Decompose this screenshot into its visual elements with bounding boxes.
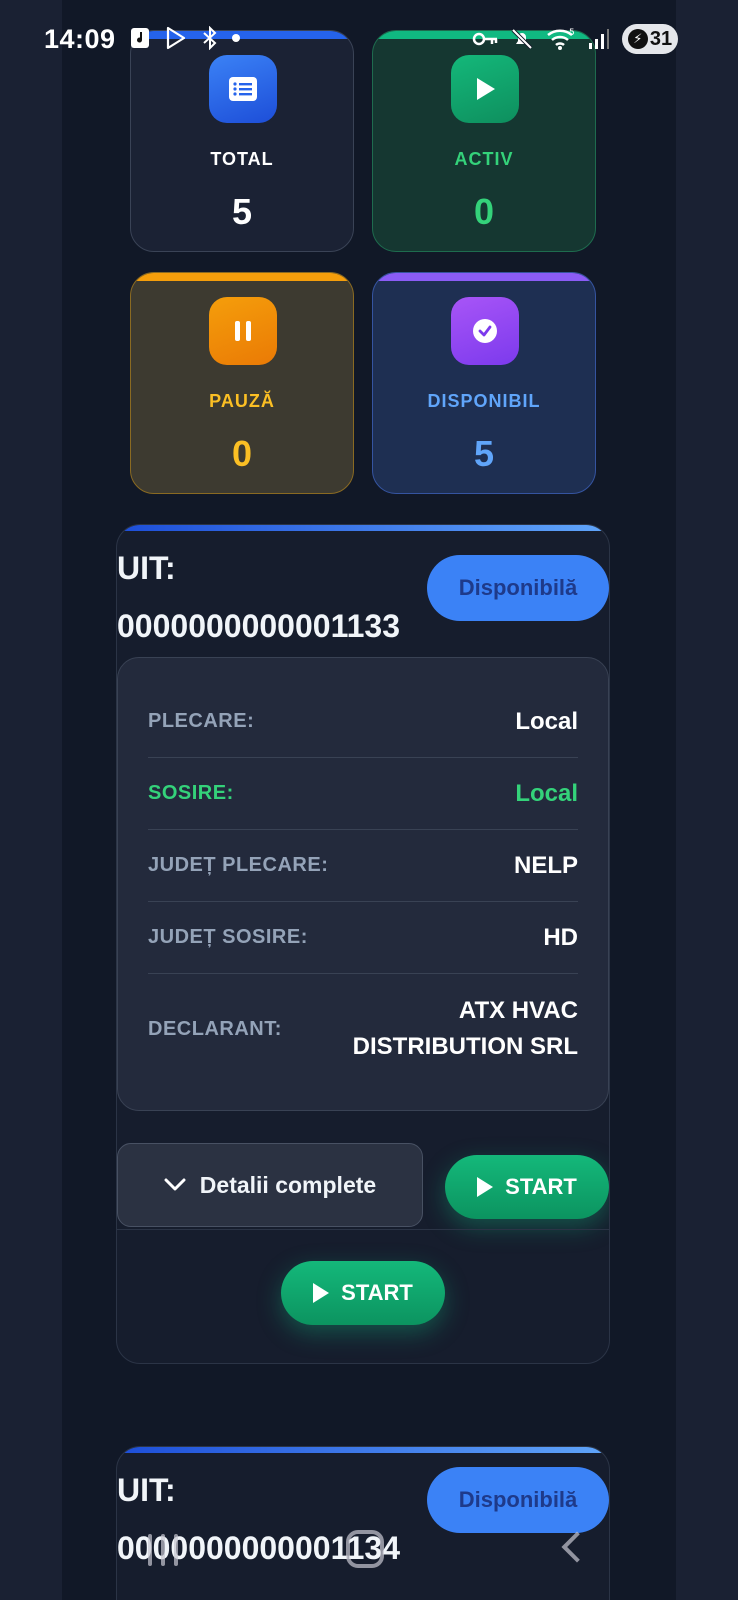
row-key: DECLARANT: (148, 1017, 282, 1040)
recent-apps-icon[interactable] (148, 1534, 178, 1566)
declarant-line-2: DISTRIBUTION SRL (352, 1033, 578, 1060)
start-button-label: START (505, 1174, 577, 1199)
home-icon[interactable] (346, 1530, 384, 1568)
mute-icon (511, 28, 533, 50)
row-declarant: DECLARANT: ATX HVAC DISTRIBUTION SRL (148, 974, 578, 1084)
music-icon (131, 28, 149, 48)
stat-label: PAUZĂ (209, 391, 275, 411)
row-key: JUDEȚ SOSIRE: (148, 926, 308, 948)
stat-value: 5 (473, 433, 495, 474)
row-value: NELP (513, 851, 578, 879)
start-button-secondary[interactable]: START (281, 1261, 445, 1325)
uit-label: UIT: (117, 550, 176, 586)
details-panel: PLECARE: Local SOSIRE: Local JUDEȚ PLECA… (117, 657, 609, 1111)
uit-number: 0000000000001133 (117, 608, 400, 644)
divider (117, 1229, 609, 1230)
battery-icon: ⚡ 31 (622, 24, 678, 54)
status-time: 14:09 (44, 24, 116, 54)
charging-bolt-icon: ⚡ (627, 29, 648, 49)
row-key: SOSIRE: (148, 782, 234, 804)
stat-value: 5 (231, 191, 253, 232)
row-value: ATX HVAC DISTRIBUTION SRL (353, 993, 578, 1065)
play-icon (313, 1283, 330, 1303)
status-left-icons (130, 26, 240, 50)
row-judet-plecare: JUDEȚ PLECARE: NELP (148, 830, 578, 902)
pause-icon (209, 297, 277, 365)
uit-title: UIT: 0000000000001133 (117, 539, 447, 655)
card-accent-line (117, 525, 609, 531)
declarant-line-1: ATX HVAC (458, 997, 578, 1024)
row-key: JUDEȚ PLECARE: (148, 854, 329, 876)
stat-label: ACTIV (454, 149, 514, 169)
stat-label: DISPONIBIL (427, 391, 541, 411)
row-key: PLECARE: (148, 710, 255, 732)
details-toggle-button[interactable]: Detalii complete (117, 1143, 423, 1227)
left-gutter (0, 0, 62, 1600)
key-icon (472, 32, 498, 46)
chevron-down-icon (164, 1178, 186, 1191)
card-accent-line (117, 1447, 609, 1453)
right-gutter (676, 0, 738, 1600)
signal-icon (589, 29, 609, 49)
stat-value: 0 (473, 191, 495, 232)
uit-card: UIT: 0000000000001133 Disponibilă PLECAR… (116, 524, 610, 1364)
wifi-icon: 5 (547, 28, 575, 50)
start-button[interactable]: START (445, 1155, 609, 1219)
system-nav-bar (0, 1510, 738, 1600)
stat-card-accent (131, 273, 353, 281)
row-value: Local (515, 707, 578, 735)
stat-card-disponibil[interactable]: DISPONIBIL 5 (372, 272, 596, 494)
check-circle-icon (451, 297, 519, 365)
bluetooth-icon (203, 26, 217, 50)
row-judet-sosire: JUDEȚ SOSIRE: HD (148, 902, 578, 974)
row-value: Local (515, 779, 578, 807)
status-bar: 14:09 5 ⚡ 31 (0, 0, 738, 84)
status-badge: Disponibilă (427, 555, 609, 621)
play-icon (477, 1177, 494, 1197)
row-sosire: SOSIRE: Local (148, 758, 578, 830)
dot-icon (232, 34, 240, 42)
start-button-label: START (341, 1280, 413, 1305)
play-store-icon (166, 26, 186, 50)
stat-card-accent (373, 273, 595, 281)
stat-card-pauza[interactable]: PAUZĂ 0 (130, 272, 354, 494)
row-value: HD (543, 923, 578, 951)
stat-label: TOTAL (210, 149, 274, 169)
back-icon[interactable] (561, 1531, 593, 1563)
stat-value: 0 (231, 433, 253, 474)
details-toggle-label: Detalii complete (199, 1171, 377, 1198)
battery-level: 31 (649, 27, 673, 50)
svg-text:5: 5 (569, 28, 575, 38)
row-plecare: PLECARE: Local (148, 686, 578, 758)
status-right-icons: 5 ⚡ 31 (472, 24, 678, 54)
